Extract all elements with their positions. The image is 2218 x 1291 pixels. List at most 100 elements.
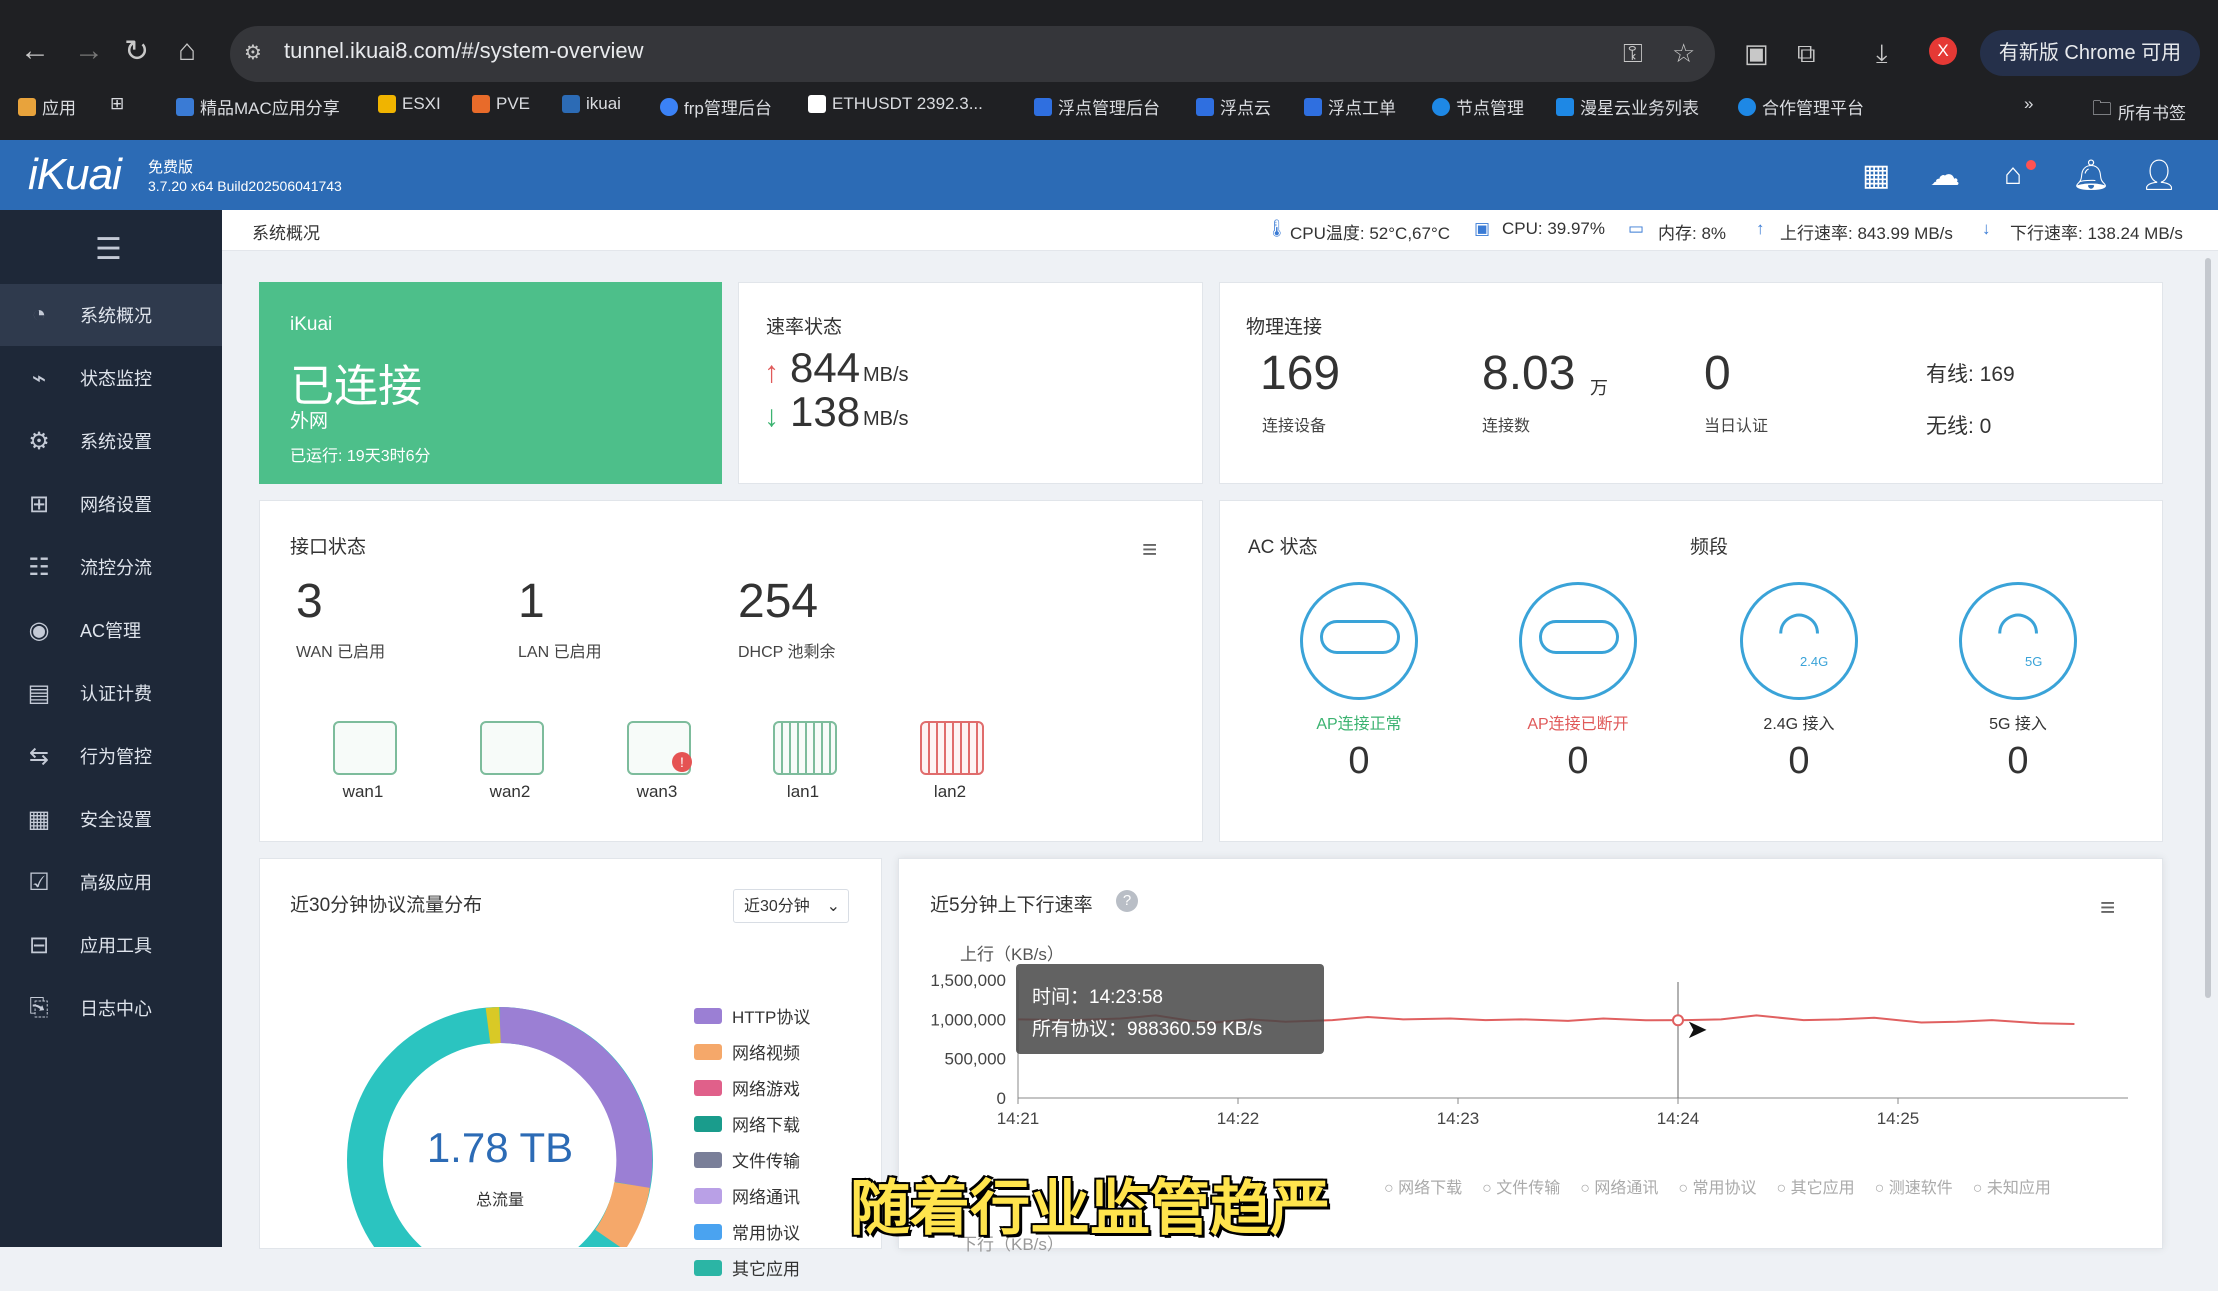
chart-legend-item[interactable]: ○ 未知应用 <box>1973 1174 2051 1198</box>
auth-label: 当日认证 <box>1704 418 1769 435</box>
menu-icon[interactable]: ≡ <box>2100 892 2115 923</box>
forward-icon[interactable]: → <box>74 34 104 68</box>
legend-label: HTTP协议 <box>732 1008 811 1027</box>
frp-icon <box>660 97 678 116</box>
esxi-icon <box>378 95 396 113</box>
legend-item[interactable]: HTTP协议 <box>694 1003 810 1028</box>
bookmark-manxing[interactable]: 漫星云业务列表 <box>1556 94 1699 119</box>
hover-point <box>1672 1014 1684 1027</box>
sidebar-item-advanced[interactable]: ☑ 高级应用 <box>0 851 222 913</box>
site-info-icon[interactable]: ⚙ <box>244 40 262 65</box>
bookmark-mac[interactable]: 精品MAC应用分享 <box>176 94 340 119</box>
back-icon[interactable]: ← <box>20 34 50 68</box>
chart-legend-item[interactable]: ○ 网络下载 <box>1384 1174 1462 1198</box>
port-wan2-icon[interactable] <box>480 721 544 775</box>
reload-icon[interactable]: ↻ <box>124 34 149 69</box>
memory-icon: ▭ <box>1628 219 1645 238</box>
sidebar-item-auth[interactable]: ▤ 认证计费 <box>0 662 222 724</box>
bookmark-node-admin[interactable]: 节点管理 <box>1432 94 1524 119</box>
legend-swatch <box>694 1259 722 1276</box>
sidebar-item-network[interactable]: ⊞ 网络设置 <box>0 473 222 535</box>
more-bookmarks-icon[interactable]: » <box>2024 94 2033 114</box>
chart-legend-item[interactable]: ○ 其它应用 <box>1777 1174 1855 1198</box>
star-icon[interactable]: ☆ <box>1672 38 1695 69</box>
cast-icon[interactable]: ▣ <box>1744 38 1769 69</box>
y-tick-label: 1,500,000 <box>930 971 1006 990</box>
download-icon[interactable]: ⤓ <box>1876 38 1888 70</box>
legend-item[interactable]: 网络下载 <box>694 1111 810 1136</box>
bell-icon[interactable]: 🔔︎ <box>2072 158 2110 193</box>
legend-item[interactable]: 常用协议 <box>694 1219 810 1244</box>
chart-legend-item[interactable]: ○ 网络通讯 <box>1580 1174 1658 1198</box>
bookmark-float-ticket[interactable]: 浮点工单 <box>1304 94 1396 119</box>
sidebar-item-system-settings[interactable]: ⚙ 系统设置 <box>0 410 222 472</box>
bookmark-float-admin[interactable]: 浮点管理后台 <box>1034 94 1160 119</box>
pve-icon <box>472 95 490 113</box>
bookmark-ethusdt[interactable]: ETHUSDT 2392.3... <box>808 94 983 114</box>
port-lan2-icon[interactable] <box>920 721 984 775</box>
home-upgrade-icon[interactable]: ⌂ <box>2004 158 2022 192</box>
all-bookmarks[interactable]: 🗀 所有书签 <box>2092 94 2186 128</box>
extensions-icon[interactable]: ⧉ <box>1797 38 1816 70</box>
legend-swatch <box>694 1115 722 1132</box>
cloud-icon[interactable]: ☁ <box>1930 158 1960 193</box>
float-icon <box>1196 97 1214 116</box>
legend-item[interactable]: 网络视频 <box>694 1039 810 1064</box>
sidebar-item-behavior[interactable]: ⇆ 行为管控 <box>0 725 222 787</box>
bookmark-pve[interactable]: PVE <box>472 94 530 114</box>
chart-legend-item[interactable]: ○ 常用协议 <box>1678 1174 1756 1198</box>
down-arrow-icon: ↓ <box>764 400 779 433</box>
notification-dot <box>2026 160 2036 170</box>
protocol-legend: HTTP协议网络视频网络游戏网络下载文件传输网络通讯常用协议其它应用 <box>694 1003 810 1291</box>
help-icon[interactable]: ? <box>1116 890 1138 912</box>
legend-item[interactable]: 文件传输 <box>694 1147 810 1172</box>
collapse-menu-icon[interactable]: ☰ <box>95 232 122 267</box>
bookmark-ikuai[interactable]: ikuai <box>562 94 621 114</box>
wireless-count: 无线: 0 <box>1926 415 1992 438</box>
port-label: wan2 <box>489 782 531 801</box>
chart-legend-item[interactable]: ○ 测速软件 <box>1875 1174 1953 1198</box>
bookmark-esxi[interactable]: ESXI <box>378 94 441 114</box>
url-text[interactable]: tunnel.ikuai8.com/#/system-overview <box>284 38 643 64</box>
legend-swatch <box>694 1223 722 1240</box>
dhcp-label: DHCP 池剩余 <box>738 644 836 661</box>
sidebar-item-logs[interactable]: ⎘ 日志中心 <box>0 977 222 1039</box>
user-icon[interactable]: 👤︎ <box>2140 158 2178 193</box>
sidebar-item-security[interactable]: ▦ 安全设置 <box>0 788 222 850</box>
connection-brand: iKuai <box>290 314 333 335</box>
sidebar-item-ac[interactable]: ◉ AC管理 <box>0 599 222 661</box>
sidebar-item-flow-control[interactable]: ☷ 流控分流 <box>0 536 222 598</box>
bookmark-float-cloud[interactable]: 浮点云 <box>1196 94 1271 119</box>
legend-swatch <box>694 1187 722 1204</box>
bookmark-apps[interactable]: 应用 <box>18 94 76 119</box>
home-icon[interactable]: ⌂ <box>178 34 196 68</box>
protocol-title: 近30分钟协议流量分布 <box>290 895 483 916</box>
sidebar-item-monitor[interactable]: ⌁ 状态监控 <box>0 347 222 409</box>
legend-item[interactable]: 其它应用 <box>694 1255 810 1280</box>
band-5-tag: 5G <box>2025 654 2043 669</box>
port-wan1-icon[interactable] <box>333 721 397 775</box>
memory-usage: 内存: 8% <box>1658 224 1727 243</box>
sliders-icon: ☷ <box>28 553 50 581</box>
legend-item[interactable]: 网络游戏 <box>694 1075 810 1100</box>
key-icon[interactable]: ⚿ <box>1623 38 1643 70</box>
legend-item[interactable]: 网络通讯 <box>694 1183 810 1208</box>
range-select[interactable]: 近30分钟 ⌄ <box>733 889 849 923</box>
y-tick-label: 500,000 <box>945 1050 1006 1069</box>
sidebar-item-tools[interactable]: ⊟ 应用工具 <box>0 914 222 976</box>
grid-icon[interactable]: ▦ <box>1862 158 1890 193</box>
tab-groups-icon[interactable]: ⊞ <box>110 94 124 114</box>
interface-title: 接口状态 <box>290 537 367 558</box>
bookmark-partner[interactable]: 合作管理平台 <box>1738 94 1864 119</box>
menu-icon[interactable]: ≡ <box>1142 534 1157 565</box>
wan-count: 3 <box>296 575 323 628</box>
port-lan1-icon[interactable] <box>773 721 837 775</box>
scrollbar[interactable] <box>2205 258 2211 998</box>
avatar[interactable]: X <box>1929 37 1957 65</box>
bookmark-frp[interactable]: frp管理后台 <box>660 94 772 119</box>
chrome-update-button[interactable]: 有新版 Chrome 可用 <box>1980 30 2200 76</box>
sidebar-item-overview[interactable]: ◔ 系统概况 <box>0 284 222 346</box>
id-card-icon: ▤ <box>27 679 51 707</box>
dashboard-icon: ◔ <box>31 301 47 328</box>
chart-legend-item[interactable]: ○ 文件传输 <box>1482 1174 1560 1198</box>
